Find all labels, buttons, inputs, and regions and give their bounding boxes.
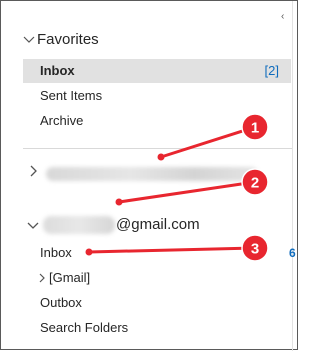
chevron-right-icon[interactable]: [29, 165, 37, 177]
chevron-down-icon: [23, 36, 35, 43]
favorites-header-label: Favorites: [37, 31, 99, 48]
folder-label: Outbox: [40, 295, 82, 310]
chevron-right-icon[interactable]: [39, 273, 46, 283]
redacted-account-name[interactable]: [46, 167, 258, 181]
unread-count-badge: [2]: [264, 63, 279, 78]
annotation-dot: [157, 153, 165, 161]
favorites-item-label: Sent Items: [40, 88, 103, 103]
unread-count-badge: 6: [289, 246, 296, 260]
favorites-item-inbox[interactable]: Inbox [2]: [23, 59, 291, 83]
account-email[interactable]: @gmail.com: [116, 216, 200, 234]
collapse-pane-icon[interactable]: ‹: [281, 12, 284, 22]
folder-label: Inbox: [40, 245, 72, 260]
annotation-dot: [115, 198, 123, 206]
account-folder-outbox[interactable]: Outbox: [23, 291, 291, 315]
pane-splitter[interactable]: [292, 1, 293, 351]
favorites-item-sent-items[interactable]: Sent Items: [23, 84, 291, 108]
redacted-email-username: [43, 216, 115, 234]
section-divider: [23, 148, 292, 149]
chevron-down-icon[interactable]: [27, 221, 39, 231]
account-folder-gmail[interactable]: [Gmail]: [23, 266, 291, 290]
folder-label: [Gmail]: [49, 270, 91, 285]
favorites-item-archive[interactable]: Archive: [23, 109, 291, 133]
favorites-header[interactable]: Favorites: [23, 31, 99, 48]
annotation-line: [118, 180, 256, 204]
favorites-item-label: Archive: [40, 113, 84, 128]
folder-label: Search Folders: [40, 320, 129, 335]
favorites-item-label: Inbox: [40, 63, 75, 78]
account-folder-inbox[interactable]: Inbox: [23, 241, 291, 265]
folder-pane: ‹ Favorites Inbox [2] Sent Items Archive…: [0, 0, 298, 351]
account-folder-search-folders[interactable]: Search Folders: [23, 316, 291, 340]
